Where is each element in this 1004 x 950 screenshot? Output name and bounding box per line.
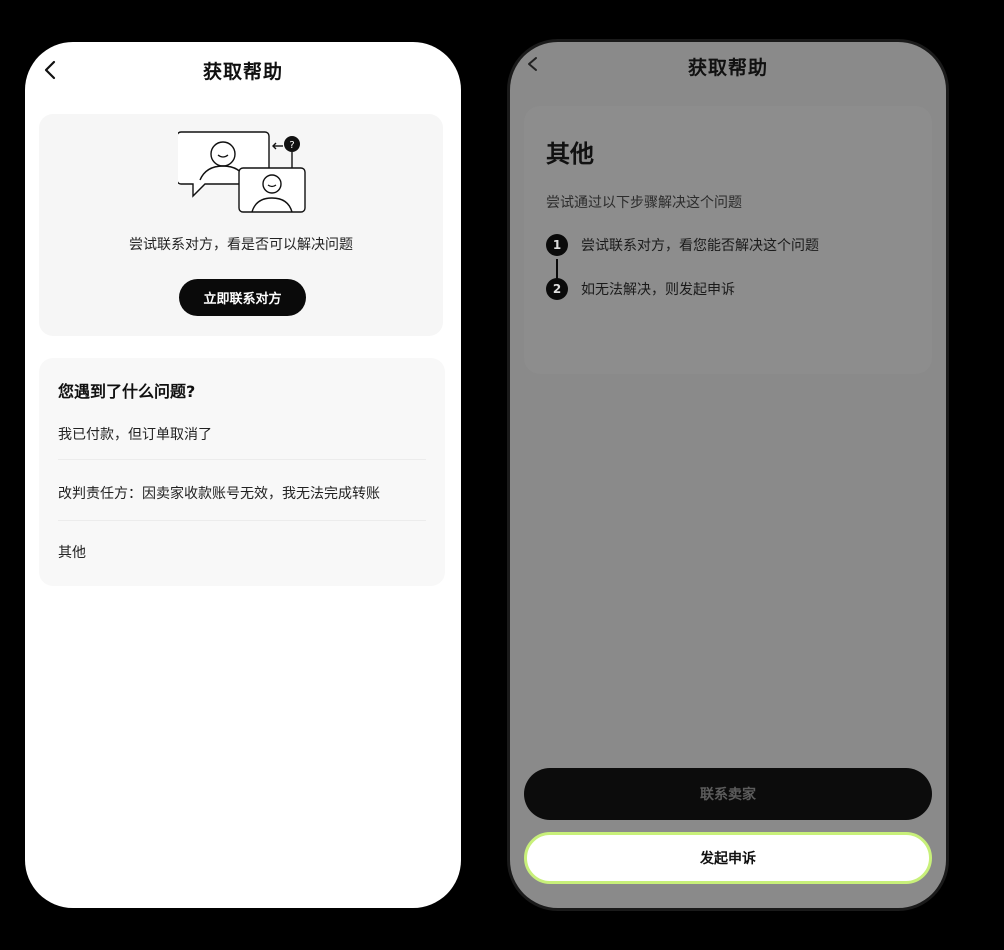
step-item: 1 尝试联系对方，看您能否解决这个问题 [546, 234, 819, 256]
issue-subtitle: 尝试通过以下步骤解决这个问题 [546, 195, 742, 211]
file-appeal-button[interactable]: 发起申诉 [524, 832, 932, 884]
issue-option-invalid-account[interactable]: 改判责任方：因卖家收款账号无效，我无法完成转账 [58, 483, 429, 503]
nav-bar: 获取帮助 [510, 42, 946, 94]
nav-bar: 获取帮助 [25, 42, 461, 98]
issues-card: 您遇到了什么问题? 我已付款，但订单取消了 改判责任方：因卖家收款账号无效，我无… [39, 358, 445, 586]
video-chat-icon: ? [178, 131, 306, 213]
page-title: 获取帮助 [687, 56, 768, 79]
issues-title: 您遇到了什么问题? [58, 382, 196, 401]
contact-prompt-text: 尝试联系对方，看是否可以解决问题 [129, 237, 353, 253]
issue-heading: 其他 [546, 140, 594, 168]
divider [58, 459, 426, 460]
contact-card: ? 尝试联系对方，看是否可以解决问题 立即联系对方 [39, 114, 443, 336]
step-text: 尝试联系对方，看您能否解决这个问题 [581, 238, 819, 254]
help-other-screen: 获取帮助 其他 尝试通过以下步骤解决这个问题 1 尝试联系对方，看您能否解决这个… [510, 42, 946, 908]
help-screen: 获取帮助 ? 尝试联系对方，看是否可以解决问题 立即联系对方 您遇到了什么问题?… [25, 42, 461, 908]
page-title: 获取帮助 [202, 60, 283, 83]
contact-seller-button[interactable]: 联系卖家 [524, 768, 932, 820]
step-item: 2 如无法解决，则发起申诉 [546, 278, 735, 300]
step-number-badge: 2 [546, 278, 568, 300]
step-number-badge: 1 [546, 234, 568, 256]
issue-option-other[interactable]: 其他 [58, 542, 429, 562]
back-arrow-icon[interactable] [39, 56, 63, 84]
step-text: 如无法解决，则发起申诉 [581, 282, 735, 298]
other-issue-card: 其他 尝试通过以下步骤解决这个问题 1 尝试联系对方，看您能否解决这个问题 2 … [524, 106, 932, 374]
issue-option-paid-cancelled[interactable]: 我已付款，但订单取消了 [58, 424, 429, 444]
divider [58, 520, 426, 521]
svg-text:?: ? [289, 140, 294, 151]
contact-now-button[interactable]: 立即联系对方 [179, 279, 306, 316]
back-arrow-icon[interactable] [522, 50, 546, 78]
